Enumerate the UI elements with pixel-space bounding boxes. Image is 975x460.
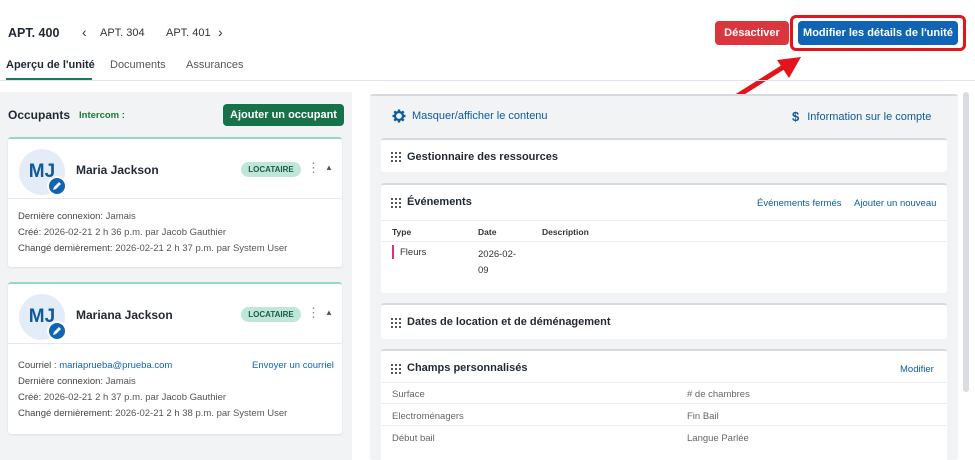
last-login-row: Dernière connexion: Jamais xyxy=(18,376,136,387)
pencil-icon[interactable] xyxy=(47,176,67,196)
changed-row: Changé dernièrement: 2026-02-21 2 h 38 p… xyxy=(18,408,287,419)
more-options-icon[interactable]: ⋮ xyxy=(307,305,320,321)
scrollbar[interactable] xyxy=(963,92,969,392)
modify-unit-button[interactable]: Modifier les détails de l'unité xyxy=(798,21,958,45)
top-bar: APT. 400 ‹ APT. 304 APT. 401 › Désactive… xyxy=(0,0,975,103)
intercom-label: Intercom : xyxy=(79,110,125,121)
dollar-icon: $ xyxy=(792,109,800,124)
next-unit-link[interactable]: APT. 401 xyxy=(166,27,211,39)
chevron-up-icon[interactable]: ▲ xyxy=(325,163,333,172)
created-value: 2026-02-21 2 h 37 p.m. par Jacob Gauthie… xyxy=(43,392,227,403)
field-label: Electroménagers xyxy=(392,411,464,422)
field-label: Surface xyxy=(392,389,425,400)
deactivate-button[interactable]: Désactiver xyxy=(715,21,789,45)
custom-fields-title: Champs personnalisés xyxy=(407,362,528,374)
drag-handle-icon[interactable] xyxy=(391,318,401,328)
chevron-up-icon[interactable]: ▲ xyxy=(325,308,333,317)
email-link[interactable]: mariaprueba@prueba.com xyxy=(59,360,172,371)
divider xyxy=(381,220,947,221)
event-color-marker xyxy=(392,245,394,259)
events-panel: Événements Événements fermés Ajouter un … xyxy=(381,183,947,293)
event-type-cell[interactable]: Fleurs xyxy=(400,247,426,258)
avatar[interactable]: MJ xyxy=(19,149,67,196)
status-badge: LOCATAIRE xyxy=(241,162,301,177)
last-login-value: Jamais xyxy=(105,211,136,222)
field-label: Début bail xyxy=(392,433,435,444)
created-row: Créé: 2026-02-21 2 h 36 p.m. par Jacob G… xyxy=(18,227,226,238)
resources-panel: Gestionnaire des ressources xyxy=(381,138,947,172)
created-label: Créé: xyxy=(18,227,42,238)
last-login-row: Dernière connexion: Jamais xyxy=(18,211,136,222)
occupants-title: Occupants xyxy=(8,108,71,122)
field-label: # de chambres xyxy=(687,389,750,400)
divider xyxy=(381,241,947,242)
last-login-label: Dernière connexion: xyxy=(18,376,104,387)
unit-details-section: Masquer/afficher le contenu $ Informatio… xyxy=(370,94,958,460)
column-header-type[interactable]: Type xyxy=(392,227,411,237)
toggle-content-link[interactable]: Masquer/afficher le contenu xyxy=(392,109,548,123)
more-options-icon[interactable]: ⋮ xyxy=(307,160,320,176)
last-login-label: Dernière connexion: xyxy=(18,211,104,222)
pencil-icon[interactable] xyxy=(47,321,67,341)
prev-unit-link[interactable]: APT. 304 xyxy=(100,27,145,39)
modify-custom-fields-link[interactable]: Modifier xyxy=(900,364,934,375)
created-value: 2026-02-21 2 h 36 p.m. par Jacob Gauthie… xyxy=(43,227,227,238)
gear-icon xyxy=(392,109,406,123)
send-email-link[interactable]: Envoyer un courriel xyxy=(252,360,334,371)
column-header-description[interactable]: Description xyxy=(542,227,589,237)
status-badge: LOCATAIRE xyxy=(241,307,301,322)
unit-title: APT. 400 xyxy=(8,26,60,40)
occupant-name[interactable]: Mariana Jackson xyxy=(76,308,173,322)
email-row: Courriel : mariaprueba@prueba.com xyxy=(18,360,172,371)
account-info-link[interactable]: $ Information sur le compte xyxy=(792,109,931,124)
divider xyxy=(381,382,947,383)
event-date-cell: 2026-02- 09 xyxy=(478,249,517,276)
tab-unit-overview[interactable]: Aperçu de l'unité xyxy=(6,59,95,71)
occupants-section: Occupants Intercom : Ajouter un occupant… xyxy=(0,92,352,460)
last-login-value: Jamais xyxy=(105,376,136,387)
occupant-card: MJ Maria Jackson LOCATAIRE ⋮ ▲ Dernière … xyxy=(8,137,342,267)
email-label: Courriel : xyxy=(18,360,57,371)
drag-handle-icon[interactable] xyxy=(391,198,401,208)
tabs-divider xyxy=(0,80,975,81)
add-occupant-button[interactable]: Ajouter un occupant xyxy=(223,104,344,126)
occupant-card: MJ Mariana Jackson LOCATAIRE ⋮ ▲ Courrie… xyxy=(8,282,342,434)
move-dates-panel: Dates de location et de déménagement xyxy=(381,303,947,339)
avatar[interactable]: MJ xyxy=(19,294,67,341)
custom-fields-panel: Champs personnalisés Modifier Surface # … xyxy=(381,349,947,460)
divider xyxy=(381,403,947,404)
move-dates-title: Dates de location et de déménagement xyxy=(407,316,611,328)
created-row: Créé: 2026-02-21 2 h 37 p.m. par Jacob G… xyxy=(18,392,226,403)
changed-row: Changé dernièrement: 2026-02-21 2 h 37 p… xyxy=(18,243,287,254)
occupant-card-header: MJ Maria Jackson LOCATAIRE ⋮ ▲ xyxy=(8,139,342,199)
drag-handle-icon[interactable] xyxy=(391,364,401,374)
occupant-card-header: MJ Mariana Jackson LOCATAIRE ⋮ ▲ xyxy=(8,284,342,344)
changed-value: 2026-02-21 2 h 38 p.m. par System User xyxy=(115,408,288,419)
changed-value: 2026-02-21 2 h 37 p.m. par System User xyxy=(115,243,288,254)
tab-insurance[interactable]: Assurances xyxy=(186,59,243,71)
account-info-label: Information sur le compte xyxy=(807,110,932,123)
divider xyxy=(381,425,947,426)
changed-label: Changé dernièrement: xyxy=(18,408,113,419)
chevron-left-icon[interactable]: ‹ xyxy=(82,24,87,40)
tab-documents[interactable]: Documents xyxy=(110,59,166,71)
occupant-name[interactable]: Maria Jackson xyxy=(76,163,159,177)
changed-label: Changé dernièrement: xyxy=(18,243,113,254)
created-label: Créé: xyxy=(18,392,42,403)
drag-handle-icon[interactable] xyxy=(391,152,401,162)
column-header-date[interactable]: Date xyxy=(478,227,496,237)
chevron-right-icon[interactable]: › xyxy=(218,24,223,40)
closed-events-link[interactable]: Événements fermés xyxy=(757,198,841,209)
events-title: Événements xyxy=(407,196,472,208)
resources-title: Gestionnaire des ressources xyxy=(407,151,559,163)
add-event-link[interactable]: Ajouter un nouveau xyxy=(854,198,936,209)
toggle-content-label: Masquer/afficher le contenu xyxy=(412,110,548,122)
field-label: Fin Bail xyxy=(687,411,719,422)
field-label: Langue Parlée xyxy=(687,433,749,444)
